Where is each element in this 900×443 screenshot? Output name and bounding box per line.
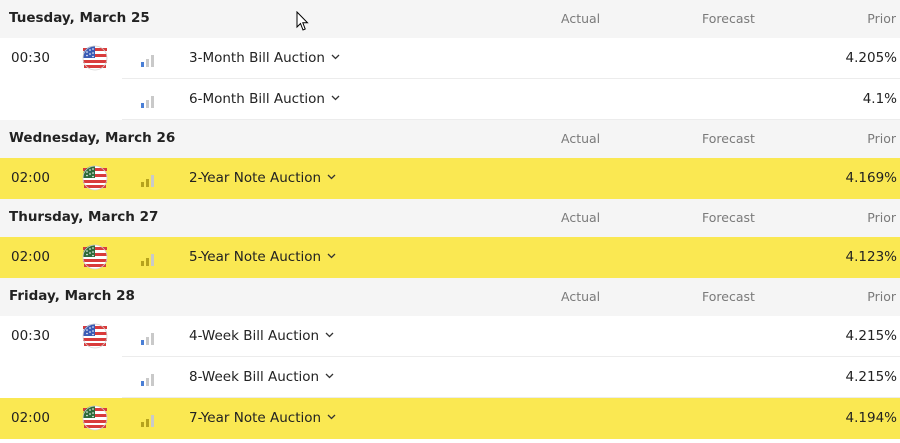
event-name-button[interactable]: 5-Year Note Auction	[189, 249, 336, 265]
event-time: 00:30	[11, 328, 50, 344]
forecast-column-header: Forecast	[702, 210, 755, 225]
forecast-column-header: Forecast	[702, 11, 755, 26]
event-name-button[interactable]: 4-Week Bill Auction	[189, 328, 334, 344]
impact-bars-icon	[141, 93, 155, 108]
impact-bars-icon	[141, 251, 155, 266]
event-time: 00:30	[11, 50, 50, 66]
event-prior-value: 4.215%	[845, 369, 897, 385]
prior-column-header: Prior	[867, 11, 896, 26]
event-prior-value: 4.194%	[845, 410, 897, 426]
day-date: Thursday, March 27	[9, 209, 159, 225]
event-name: 4-Week Bill Auction	[189, 328, 320, 344]
event-prior-value: 4.123%	[845, 249, 897, 265]
actual-column-header: Actual	[561, 210, 601, 225]
chevron-down-icon	[331, 95, 340, 101]
day-date: Tuesday, March 25	[9, 10, 150, 26]
event-prior-value: 4.1%	[862, 91, 897, 107]
chevron-down-icon	[331, 54, 340, 60]
impact-bars-icon	[141, 52, 155, 67]
event-row[interactable]: 02:00 7-Year Note Auction 4.194%	[0, 398, 900, 439]
event-name-button[interactable]: 6-Month Bill Auction	[189, 91, 340, 107]
chevron-down-icon	[327, 253, 336, 259]
event-prior-value: 4.215%	[845, 328, 897, 344]
economic-calendar: Tuesday, March 25 Actual Forecast Prior …	[0, 0, 900, 439]
prior-column-header: Prior	[867, 289, 896, 304]
day-date: Wednesday, March 26	[9, 130, 176, 146]
event-name-button[interactable]: 7-Year Note Auction	[189, 410, 336, 426]
us-flag-icon	[82, 405, 108, 431]
chevron-down-icon	[325, 332, 334, 338]
event-name-button[interactable]: 3-Month Bill Auction	[189, 50, 340, 66]
chevron-down-icon	[327, 174, 336, 180]
event-time: 02:00	[11, 410, 50, 426]
event-name: 7-Year Note Auction	[189, 410, 322, 426]
day-header: Thursday, March 27 Actual Forecast Prior	[0, 199, 900, 237]
day-header: Friday, March 28 Actual Forecast Prior	[0, 278, 900, 316]
event-row[interactable]: 02:00 2-Year Note Auction 4.169%	[0, 158, 900, 199]
event-name: 2-Year Note Auction	[189, 170, 322, 186]
day-header: Wednesday, March 26 Actual Forecast Prio…	[0, 120, 900, 158]
event-row[interactable]: 00:30 3-Month Bill Auction 4.205%	[0, 38, 900, 79]
event-name: 6-Month Bill Auction	[189, 91, 325, 107]
chevron-down-icon	[327, 414, 336, 420]
prior-column-header: Prior	[867, 210, 896, 225]
prior-column-header: Prior	[867, 131, 896, 146]
day-header: Tuesday, March 25 Actual Forecast Prior	[0, 0, 900, 38]
impact-bars-icon	[141, 412, 155, 427]
event-name: 8-Week Bill Auction	[189, 369, 320, 385]
impact-bars-icon	[141, 330, 155, 345]
actual-column-header: Actual	[561, 131, 601, 146]
impact-bars-icon	[141, 172, 155, 187]
us-flag-icon	[82, 45, 108, 71]
impact-bars-icon	[141, 371, 155, 386]
event-name: 5-Year Note Auction	[189, 249, 322, 265]
event-row[interactable]: 00:30 4-Week Bill Auction 4.215%	[0, 316, 900, 357]
event-name-button[interactable]: 8-Week Bill Auction	[189, 369, 334, 385]
actual-column-header: Actual	[561, 289, 601, 304]
actual-column-header: Actual	[561, 11, 601, 26]
forecast-column-header: Forecast	[702, 289, 755, 304]
event-name-button[interactable]: 2-Year Note Auction	[189, 170, 336, 186]
event-time: 02:00	[11, 170, 50, 186]
event-time: 02:00	[11, 249, 50, 265]
event-row[interactable]: 02:00 5-Year Note Auction 4.123%	[0, 237, 900, 278]
us-flag-icon	[82, 323, 108, 349]
event-row[interactable]: 8-Week Bill Auction 4.215%	[0, 357, 900, 398]
event-prior-value: 4.169%	[845, 170, 897, 186]
us-flag-icon	[82, 165, 108, 191]
us-flag-icon	[82, 244, 108, 270]
mouse-cursor-icon	[296, 11, 309, 31]
forecast-column-header: Forecast	[702, 131, 755, 146]
day-date: Friday, March 28	[9, 288, 135, 304]
event-name: 3-Month Bill Auction	[189, 50, 325, 66]
event-prior-value: 4.205%	[845, 50, 897, 66]
chevron-down-icon	[325, 373, 334, 379]
event-row[interactable]: 6-Month Bill Auction 4.1%	[0, 79, 900, 120]
